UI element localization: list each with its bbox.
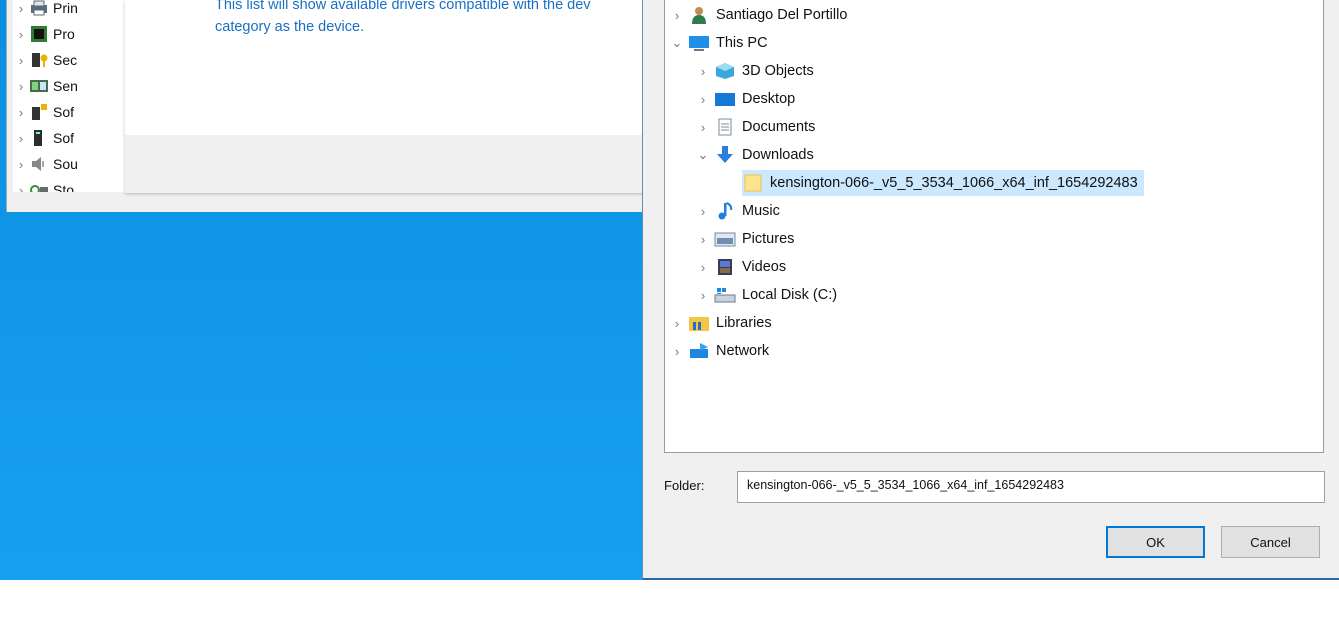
pictures-icon bbox=[714, 232, 736, 247]
expand-chevron-icon[interactable]: › bbox=[692, 64, 714, 79]
expand-chevron-icon[interactable]: › bbox=[692, 260, 714, 275]
music-icon bbox=[718, 202, 733, 220]
tree-item-label: kensington-066-_v5_5_3534_1066_x64_inf_1… bbox=[770, 175, 1138, 191]
expand-chevron-icon[interactable]: › bbox=[13, 1, 29, 16]
tree-item-desktop[interactable]: › Desktop bbox=[692, 86, 795, 112]
tree-item-label: Music bbox=[742, 203, 780, 219]
3d-objects-icon bbox=[716, 63, 734, 79]
device-category-label: Sto bbox=[53, 182, 75, 192]
tree-item-label: Libraries bbox=[716, 315, 772, 331]
device-category-label: Prin bbox=[53, 0, 78, 16]
ok-button[interactable]: OK bbox=[1106, 526, 1205, 558]
collapse-chevron-icon[interactable]: ⌄ bbox=[692, 147, 714, 163]
device-category-sound[interactable]: › Sou bbox=[13, 151, 78, 177]
libraries-icon bbox=[689, 317, 709, 331]
documents-icon bbox=[718, 118, 732, 136]
expand-chevron-icon[interactable]: › bbox=[692, 120, 714, 135]
device-category-label: Sof bbox=[53, 104, 75, 120]
device-category-processors[interactable]: › Pro bbox=[13, 21, 75, 47]
update-drivers-wizard: This list will show available drivers co… bbox=[125, 0, 655, 193]
cancel-button[interactable]: Cancel bbox=[1221, 526, 1320, 558]
expand-chevron-icon[interactable]: › bbox=[13, 79, 29, 94]
sensor-icon bbox=[30, 80, 48, 92]
tree-item-documents[interactable]: › Documents bbox=[692, 114, 815, 140]
device-category-label: Sec bbox=[53, 52, 78, 68]
device-category-label: Sen bbox=[53, 78, 78, 94]
folder-label: Folder: bbox=[664, 478, 705, 493]
device-category-label: Pro bbox=[53, 26, 75, 42]
device-category-label: Sou bbox=[53, 156, 78, 172]
device-tree[interactable]: › Prin › Pro › Sec › Sen › Sof › Sof › S… bbox=[13, 0, 132, 192]
expand-chevron-icon[interactable]: › bbox=[13, 131, 29, 146]
tree-item-downloads[interactable]: ⌄ Downloads bbox=[692, 142, 814, 168]
tree-item-videos[interactable]: › Videos bbox=[692, 254, 786, 280]
device-category-software-components[interactable]: › Sof bbox=[13, 99, 74, 125]
software-device-icon bbox=[34, 130, 42, 146]
wizard-description-line-1: This list will show available drivers co… bbox=[215, 0, 591, 13]
expand-chevron-icon[interactable]: › bbox=[13, 53, 29, 68]
folder-input[interactable]: kensington-066-_v5_5_3534_1066_x64_inf_1… bbox=[737, 471, 1325, 503]
expand-chevron-icon[interactable]: › bbox=[692, 288, 714, 303]
sound-icon bbox=[32, 157, 44, 171]
device-category-security[interactable]: › Sec bbox=[13, 47, 77, 73]
network-icon bbox=[690, 343, 708, 358]
device-category-storage[interactable]: › Sto bbox=[13, 177, 74, 192]
tree-item-local-disk[interactable]: › Local Disk (C:) bbox=[692, 282, 837, 308]
tree-item-libraries[interactable]: › Libraries bbox=[666, 310, 772, 336]
tree-item-label: Desktop bbox=[742, 91, 796, 107]
device-category-sensors[interactable]: › Sen bbox=[13, 73, 78, 99]
tree-item-label: Local Disk (C:) bbox=[742, 287, 838, 303]
security-device-icon bbox=[32, 53, 48, 67]
storage-icon bbox=[30, 185, 48, 192]
tree-item-label: Videos bbox=[742, 259, 787, 275]
expand-chevron-icon[interactable]: › bbox=[13, 105, 29, 120]
computer-icon bbox=[689, 36, 709, 51]
wizard-description: This list will show available drivers co… bbox=[215, 0, 655, 38]
tree-item-label: Downloads bbox=[742, 147, 814, 163]
downloads-icon bbox=[717, 146, 733, 163]
expand-chevron-icon[interactable]: › bbox=[13, 183, 29, 193]
expand-chevron-icon[interactable]: › bbox=[666, 344, 688, 359]
printer-icon bbox=[31, 0, 47, 16]
device-category-label: Sof bbox=[53, 130, 75, 146]
tree-item-label: Documents bbox=[742, 119, 816, 135]
device-category-printers[interactable]: › Prin bbox=[13, 0, 78, 21]
processor-icon bbox=[31, 26, 47, 42]
tree-item-label: Santiago Del Portillo bbox=[716, 7, 848, 23]
software-component-icon bbox=[32, 104, 47, 120]
tree-item-label: This PC bbox=[716, 35, 768, 51]
tree-item-kensington-folder[interactable]: kensington-066-_v5_5_3534_1066_x64_inf_1… bbox=[742, 170, 1144, 196]
expand-chevron-icon[interactable]: › bbox=[666, 8, 688, 23]
user-folder-icon bbox=[692, 7, 706, 24]
collapse-chevron-icon[interactable]: ⌄ bbox=[666, 35, 688, 51]
tree-item-music[interactable]: › Music bbox=[692, 198, 780, 224]
wizard-description-line-2: category as the device. bbox=[215, 19, 365, 35]
tree-item-label: Pictures bbox=[742, 231, 795, 247]
expand-chevron-icon[interactable]: › bbox=[692, 232, 714, 247]
tree-item-user[interactable]: › Santiago Del Portillo bbox=[666, 2, 847, 28]
expand-chevron-icon[interactable]: › bbox=[13, 157, 29, 172]
expand-chevron-icon[interactable]: › bbox=[13, 27, 29, 42]
folder-icon bbox=[744, 174, 762, 192]
expand-chevron-icon[interactable]: › bbox=[692, 92, 714, 107]
device-category-software-devices[interactable]: › Sof bbox=[13, 125, 74, 151]
wizard-footer bbox=[125, 135, 655, 193]
videos-icon bbox=[718, 259, 732, 275]
local-disk-icon bbox=[714, 288, 736, 303]
tree-item-3d-objects[interactable]: › 3D Objects bbox=[692, 58, 814, 84]
tree-item-network[interactable]: › Network bbox=[666, 338, 769, 364]
tree-item-pictures[interactable]: › Pictures bbox=[692, 226, 795, 252]
tree-item-label: Network bbox=[716, 343, 770, 359]
expand-chevron-icon[interactable]: › bbox=[692, 204, 714, 219]
expand-chevron-icon[interactable]: › bbox=[666, 316, 688, 331]
desktop-folder-icon bbox=[715, 93, 735, 106]
tree-item-this-pc[interactable]: ⌄ This PC bbox=[666, 30, 768, 56]
tree-item-label: 3D Objects bbox=[742, 63, 814, 79]
